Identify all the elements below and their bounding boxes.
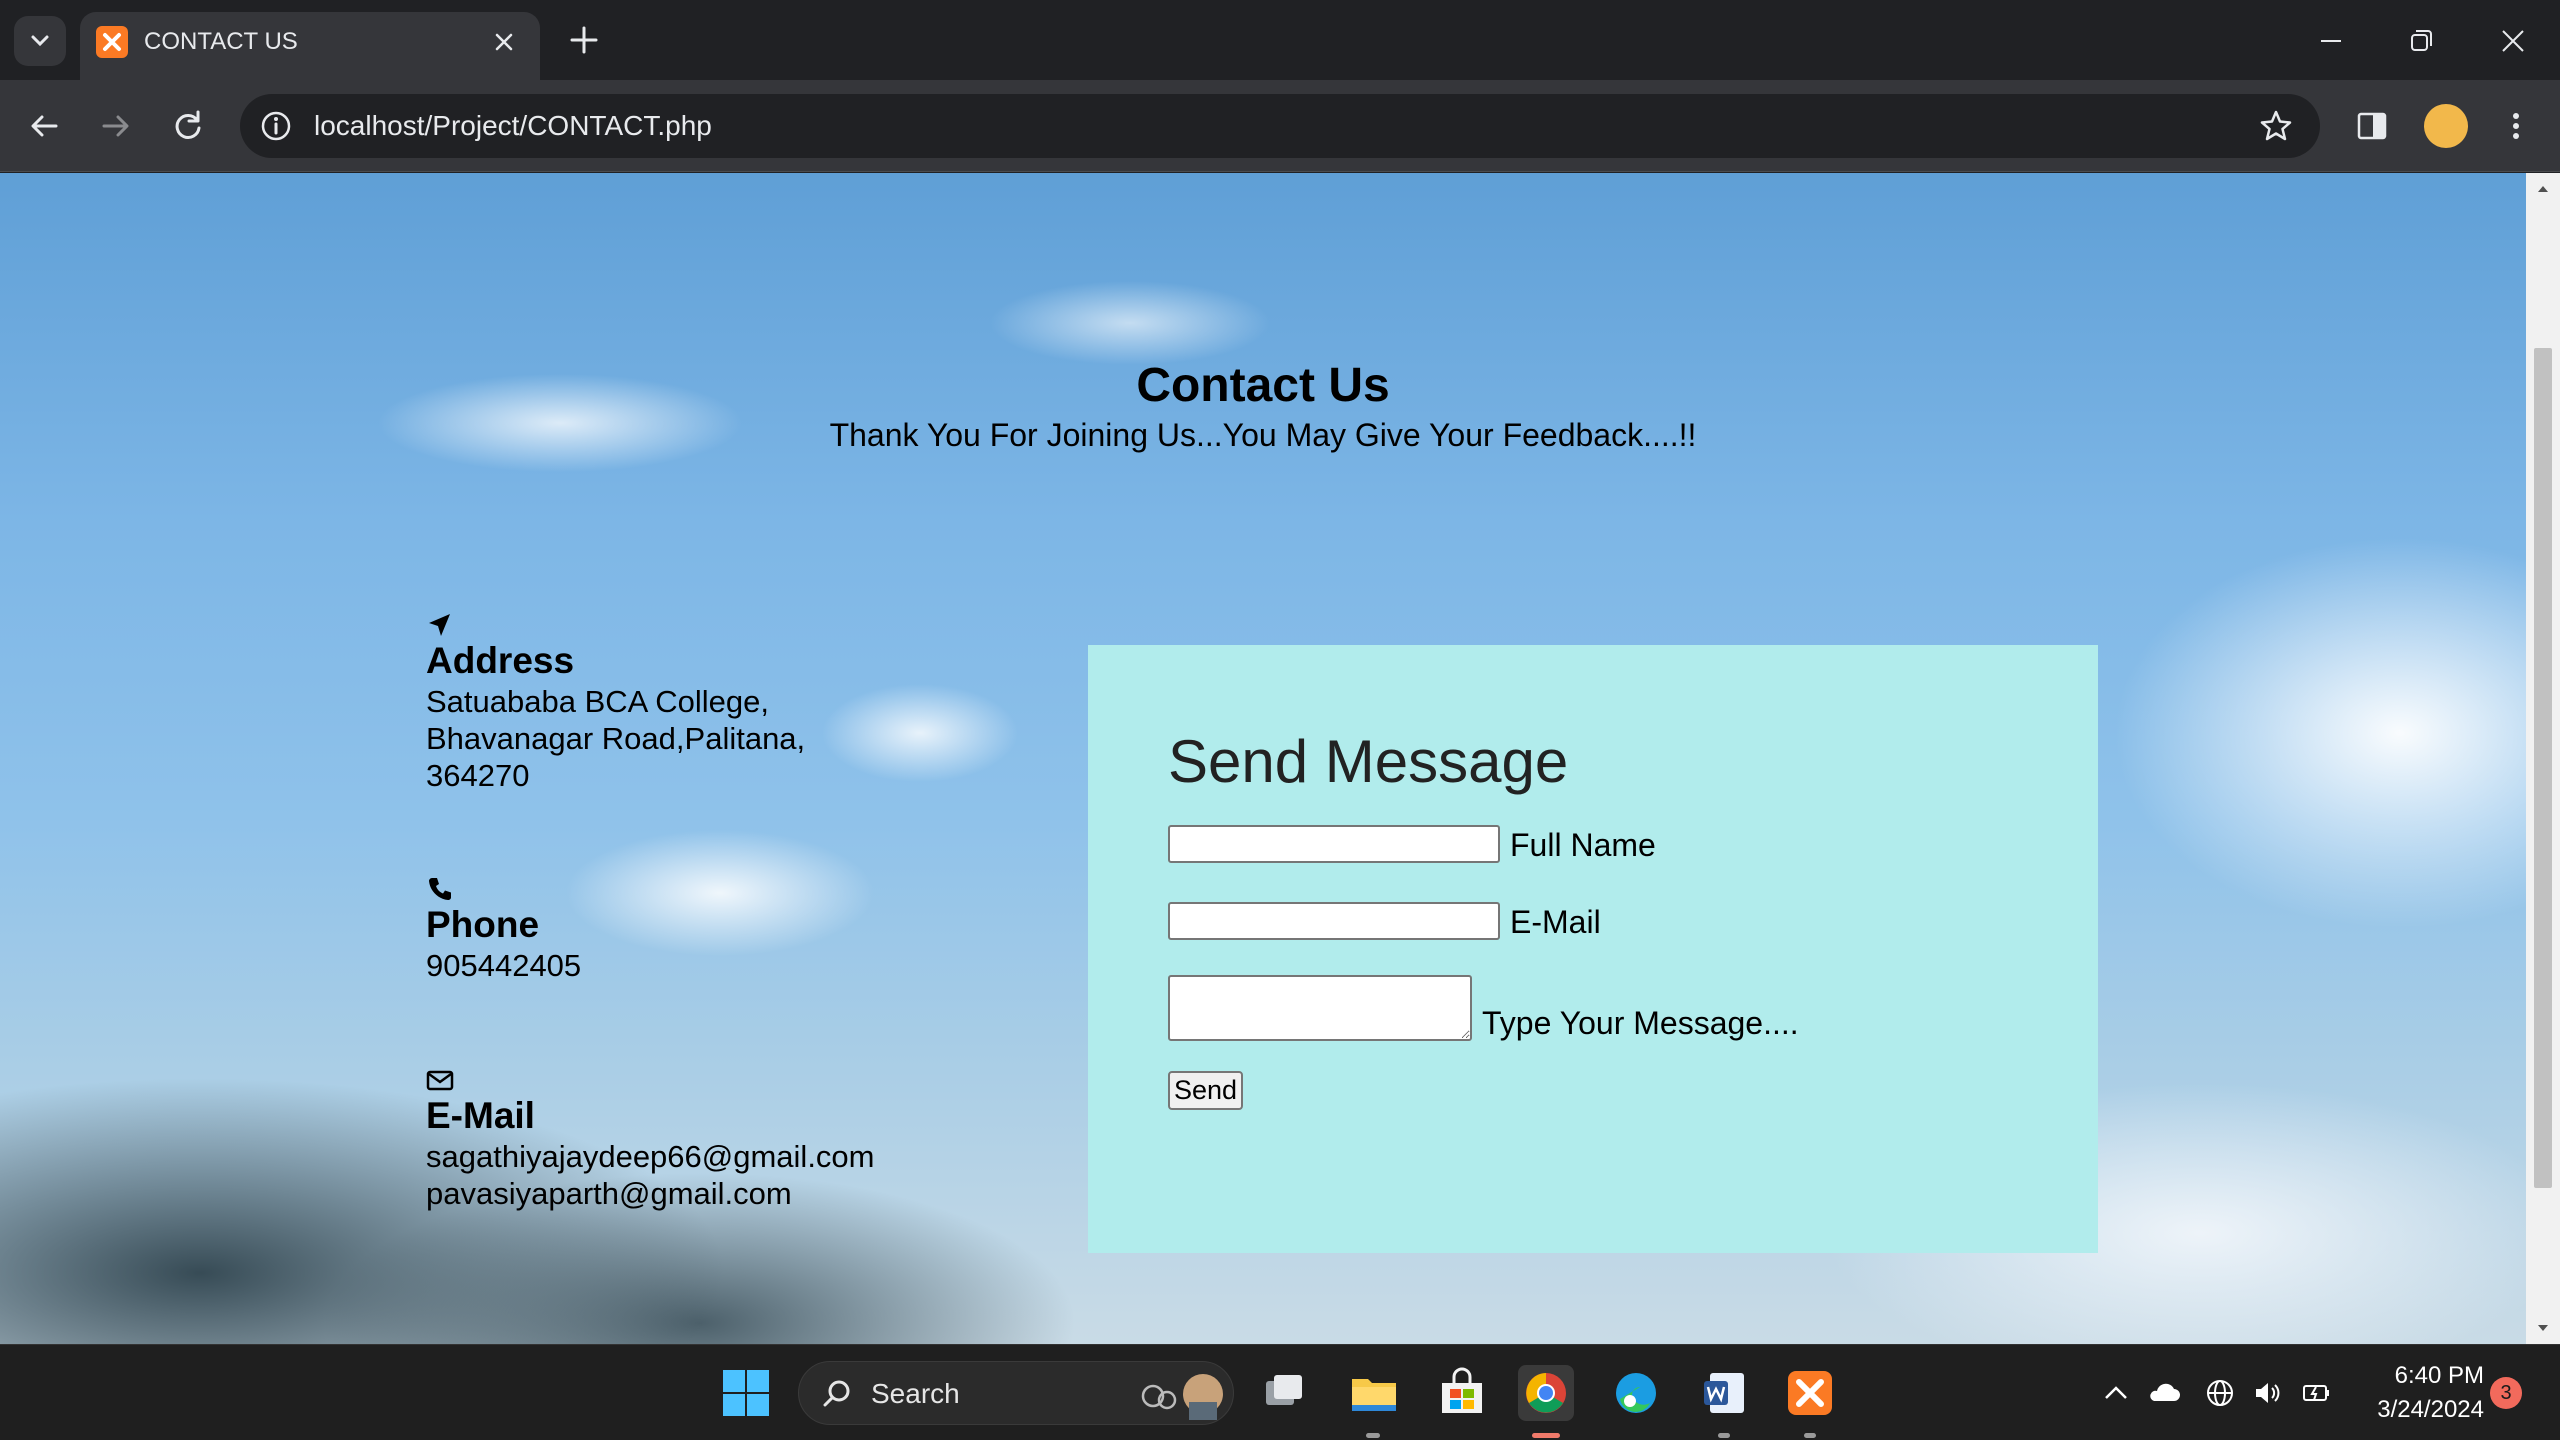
full-name-row: Full Name (1168, 825, 1656, 863)
file-explorer-running-indicator (1366, 1433, 1380, 1438)
system-clock[interactable]: 6:40 PM 3/24/2024 (2354, 1359, 2484, 1427)
email-input[interactable] (1168, 902, 1500, 940)
form-title: Send Message (1168, 728, 1569, 795)
tab-search-button[interactable] (14, 16, 66, 66)
email-label: E-Mail (1510, 904, 1601, 940)
edge-icon[interactable] (1608, 1365, 1664, 1421)
envelope-icon (426, 1070, 454, 1091)
back-arrow-icon[interactable] (24, 106, 64, 146)
tab-title: CONTACT US (144, 28, 298, 55)
address-line: Bhavanagar Road,Palitana, (426, 721, 806, 756)
restore-icon[interactable] (2398, 18, 2444, 64)
windows-taskbar: Search 6:40 PM 3/24/2024 3 (0, 1344, 2560, 1440)
bookmark-star-icon[interactable] (2258, 108, 2294, 144)
xampp-favicon-icon (96, 26, 128, 58)
send-button[interactable]: Send (1168, 1071, 1244, 1110)
volume-icon[interactable] (2250, 1375, 2286, 1411)
email-heading: E-Mail (426, 1095, 535, 1136)
url-text: localhost/Project/CONTACT.php (314, 110, 712, 141)
browser-tab-bar: CONTACT US (0, 0, 2560, 80)
xampp-running-indicator (1804, 1433, 1816, 1438)
scroll-down-arrow-icon[interactable] (2535, 1320, 2551, 1336)
windows-start-icon[interactable] (718, 1365, 774, 1421)
search-label: Search (871, 1378, 960, 1409)
email-address: pavasiyaparth@gmail.com (426, 1176, 792, 1211)
side-panel-icon[interactable] (2352, 106, 2392, 146)
clock-date: 3/24/2024 (2377, 1396, 2484, 1423)
more-menu-icon[interactable] (2496, 106, 2536, 146)
battery-icon[interactable] (2298, 1375, 2334, 1411)
microsoft-store-icon[interactable] (1434, 1365, 1490, 1421)
search-highlight-icon (1141, 1374, 1223, 1420)
task-view-icon[interactable] (1256, 1365, 1312, 1421)
scroll-thumb[interactable] (2534, 348, 2552, 1188)
close-tab-icon[interactable] (490, 28, 518, 56)
page-subtitle: Thank You For Joining Us...You May Give … (829, 417, 1697, 453)
forward-arrow-icon[interactable] (96, 106, 136, 146)
site-info-icon[interactable] (258, 108, 294, 144)
onedrive-cloud-icon[interactable] (2146, 1375, 2182, 1411)
location-arrow-icon (429, 614, 450, 636)
browser-toolbar: localhost/Project/CONTACT.php (0, 80, 2560, 172)
chevron-up-icon[interactable] (2098, 1375, 2134, 1411)
page-title: Contact Us (1136, 359, 1390, 412)
phone-block: Phone 905442405 (426, 875, 581, 984)
file-explorer-icon[interactable] (1346, 1365, 1402, 1421)
browser-tab-active[interactable]: CONTACT US (80, 12, 540, 80)
send-message-form: Send Message Full Name E-Mail Type Your … (1088, 645, 2098, 1253)
notification-badge[interactable]: 3 (2490, 1377, 2522, 1409)
globe-network-icon[interactable] (2202, 1375, 2238, 1411)
reload-icon[interactable] (168, 106, 208, 146)
search-icon (823, 1380, 850, 1407)
chrome-active-indicator (1532, 1433, 1560, 1438)
message-textarea[interactable] (1168, 975, 1472, 1041)
full-name-input[interactable] (1168, 825, 1500, 863)
close-window-icon[interactable] (2490, 18, 2536, 64)
message-row: Type Your Message.... (1168, 975, 1799, 1041)
xampp-icon[interactable] (1782, 1365, 1838, 1421)
clock-time: 6:40 PM (2394, 1362, 2484, 1389)
address-line: 364270 (426, 758, 530, 793)
full-name-label: Full Name (1510, 827, 1656, 863)
address-heading: Address (426, 640, 575, 681)
message-label: Type Your Message.... (1482, 1005, 1799, 1041)
scroll-up-arrow-icon[interactable] (2535, 181, 2551, 197)
email-row: E-Mail (1168, 902, 1601, 940)
taskbar-search-box[interactable]: Search (798, 1361, 1234, 1425)
chevron-down-icon (31, 35, 49, 47)
page-scrollbar[interactable] (2526, 173, 2560, 1344)
minimize-icon[interactable] (2308, 18, 2354, 64)
word-running-indicator (1718, 1433, 1730, 1438)
email-address: sagathiyajaydeep66@gmail.com (426, 1139, 875, 1174)
phone-number: 905442405 (426, 948, 582, 983)
page-viewport: Contact Us Thank You For Joining Us...Yo… (0, 173, 2526, 1344)
email-block: E-Mail sagathiyajaydeep66@gmail.com pava… (426, 1066, 875, 1212)
new-tab-plus-icon[interactable] (566, 22, 602, 58)
address-line: Satuababa BCA College, (426, 684, 769, 719)
profile-avatar[interactable] (2424, 104, 2468, 148)
address-block: Address Satuababa BCA College, Bhavanaga… (426, 611, 805, 794)
phone-icon (429, 878, 451, 900)
phone-heading: Phone (426, 904, 540, 945)
word-icon[interactable] (1696, 1365, 1752, 1421)
chrome-icon[interactable] (1518, 1365, 1574, 1421)
send-button-wrap: Send (1168, 1071, 1244, 1110)
address-bar[interactable]: localhost/Project/CONTACT.php (240, 94, 2320, 158)
